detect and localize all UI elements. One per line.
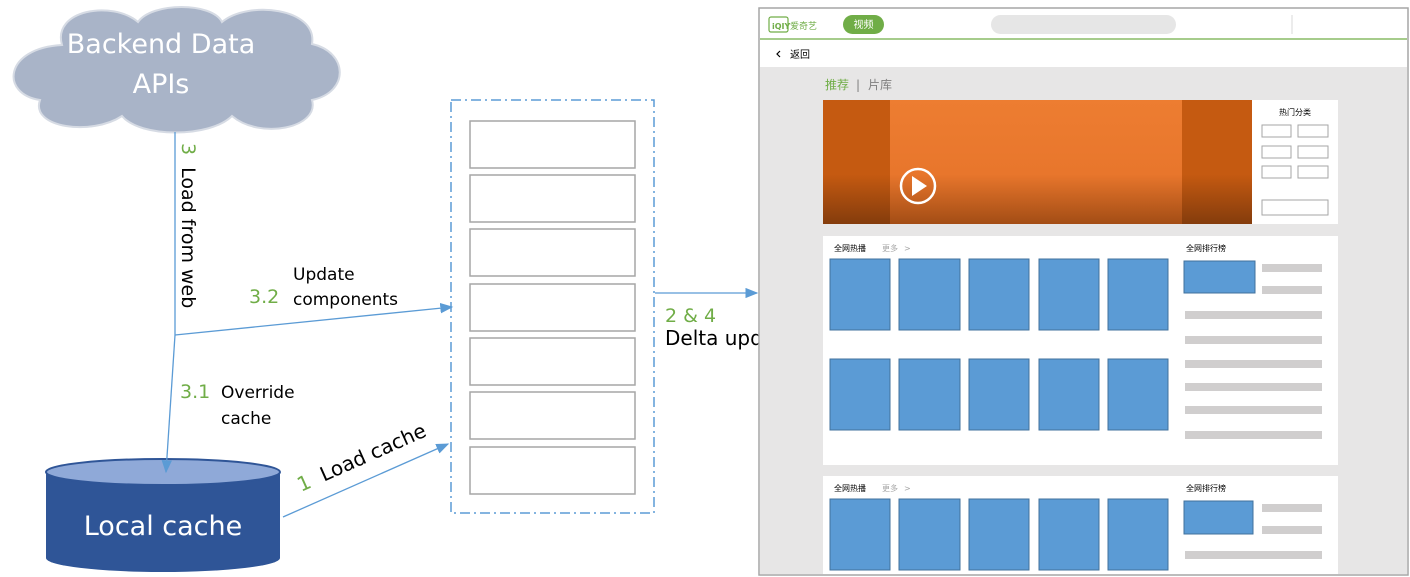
component-slot xyxy=(469,391,636,440)
section-1-title: 全网热播 xyxy=(834,243,866,253)
hot-categories-title: 热门分类 xyxy=(1279,107,1311,117)
step-3-1-line1: Override xyxy=(221,383,295,403)
logo-icon-glyph: iQIY xyxy=(772,22,791,31)
step-1-number: 1 xyxy=(293,469,314,496)
step-3-2-line1: Update xyxy=(293,265,355,285)
section-2-title: 全网热播 xyxy=(834,483,866,493)
step-1-text: Load cache xyxy=(316,418,430,486)
ranking-text-placeholder xyxy=(1262,264,1322,272)
video-tile[interactable] xyxy=(1038,498,1100,571)
step-3-number: 3 xyxy=(177,143,199,155)
local-cache-label: Local cache xyxy=(84,511,243,542)
ranking-text-placeholder xyxy=(1262,526,1322,534)
update-components-arrow xyxy=(174,303,454,336)
hot-categories-bg xyxy=(1252,100,1338,224)
backend-data-apis-cloud: Backend Data APIs xyxy=(12,6,341,134)
banner[interactable] xyxy=(823,100,1252,224)
section-2: 全网热播 更多 > 全网排行榜 xyxy=(823,476,1338,574)
step-2-4-number: 2 & 4 xyxy=(665,305,716,327)
ranking-row-placeholder[interactable] xyxy=(1185,551,1322,559)
video-tile[interactable] xyxy=(1107,498,1169,571)
ranking-row-placeholder[interactable] xyxy=(1185,383,1322,391)
component-slot xyxy=(469,337,636,386)
section-1-more-icon[interactable]: > xyxy=(904,244,911,253)
section-1-ranking-title: 全网排行榜 xyxy=(1186,243,1226,253)
component-slot xyxy=(469,174,636,223)
ranking-row-placeholder[interactable] xyxy=(1185,406,1322,414)
load-cache-label: 1 Load cache xyxy=(293,418,429,496)
cloud-title-line1: Backend Data xyxy=(67,29,256,60)
section-2-ranking-title: 全网排行榜 xyxy=(1186,483,1226,493)
section-1: 全网热播 更多 > 全网排行榜 xyxy=(823,236,1338,465)
video-tile[interactable] xyxy=(1107,358,1169,431)
ranking-thumbnail[interactable] xyxy=(1183,260,1256,294)
ranking-row-placeholder[interactable] xyxy=(1185,360,1322,368)
step-3-2-line2: components xyxy=(293,290,398,310)
architecture-diagram: Backend Data APIs Local cache 3 Load fro… xyxy=(12,6,1409,576)
component-stack xyxy=(450,99,655,514)
video-tile[interactable] xyxy=(1038,258,1100,331)
app-mockup: iQIY 爱奇艺 视频 返回 推荐 | 片库 热门分类 全网热播 更多 > 全网… xyxy=(758,7,1409,576)
banner-right-panel xyxy=(1182,100,1252,224)
tab-recommend[interactable]: 推荐 xyxy=(825,78,849,92)
ranking-text-placeholder xyxy=(1262,504,1322,512)
step-3-1-number: 3.1 xyxy=(180,381,210,403)
load-from-web-label: 3 Load from web xyxy=(177,143,199,308)
step-3-1-line2: cache xyxy=(221,409,271,429)
component-slot xyxy=(469,228,636,277)
video-tile[interactable] xyxy=(1107,258,1169,331)
component-slot xyxy=(469,283,636,332)
component-slot xyxy=(469,120,636,169)
video-tile[interactable] xyxy=(898,358,961,431)
local-cache-cylinder: Local cache xyxy=(45,458,281,572)
video-tile[interactable] xyxy=(898,258,961,331)
hot-categories-panel: 热门分类 xyxy=(1252,100,1338,224)
ranking-row-placeholder[interactable] xyxy=(1185,336,1322,344)
ranking-row-placeholder[interactable] xyxy=(1185,311,1322,319)
search-bar[interactable] xyxy=(991,15,1176,34)
video-tile[interactable] xyxy=(968,258,1030,331)
banner-main-panel[interactable] xyxy=(890,100,1182,224)
video-tile[interactable] xyxy=(968,498,1030,571)
header-tab-video-label: 视频 xyxy=(854,18,874,31)
step-3-text: Load from web xyxy=(177,167,199,308)
video-tile[interactable] xyxy=(829,498,891,571)
ranking-text-placeholder xyxy=(1262,286,1322,294)
step-3-2-number: 3.2 xyxy=(249,286,279,308)
override-cache-arrow xyxy=(161,334,176,474)
section-2-more-icon[interactable]: > xyxy=(904,484,911,493)
video-tile[interactable] xyxy=(829,358,891,431)
logo-text: 爱奇艺 xyxy=(790,20,817,32)
video-tile[interactable] xyxy=(1038,358,1100,431)
section-2-more[interactable]: 更多 xyxy=(882,483,898,493)
video-tile[interactable] xyxy=(898,498,961,571)
video-tile[interactable] xyxy=(968,358,1030,431)
component-slot xyxy=(469,446,636,495)
back-label[interactable]: 返回 xyxy=(790,49,810,61)
tab-separator: | xyxy=(856,78,860,92)
tab-library[interactable]: 片库 xyxy=(868,77,892,92)
ranking-row-placeholder[interactable] xyxy=(1185,431,1322,439)
video-tile[interactable] xyxy=(829,258,891,331)
section-1-more[interactable]: 更多 xyxy=(882,243,898,253)
banner-left-panel xyxy=(823,100,890,224)
ranking-thumbnail[interactable] xyxy=(1183,500,1254,535)
cloud-title-line2: APIs xyxy=(133,69,190,100)
